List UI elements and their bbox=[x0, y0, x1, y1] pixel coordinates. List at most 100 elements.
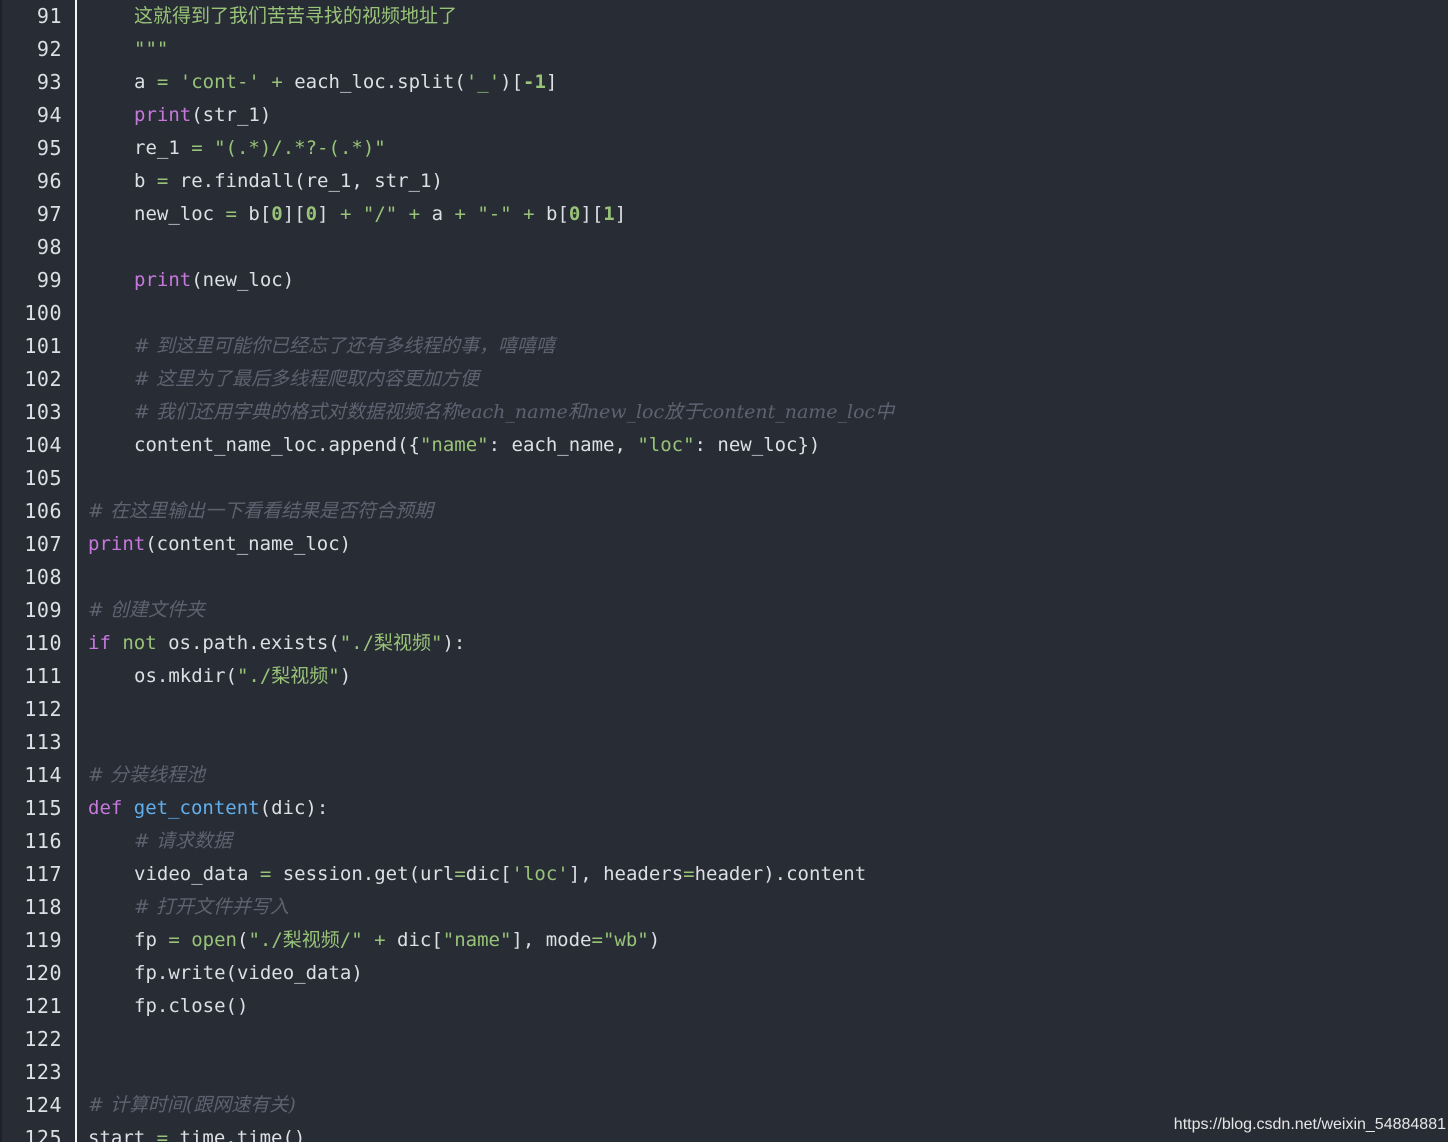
code-line[interactable]: 113 bbox=[2, 726, 1448, 759]
code-token: 0 bbox=[305, 203, 318, 225]
code-token: "./梨视频/" bbox=[248, 929, 363, 951]
line-number: 93 bbox=[36, 70, 62, 94]
code-token: ] bbox=[317, 203, 340, 225]
code-token: ) bbox=[339, 665, 352, 687]
line-number: 101 bbox=[24, 334, 62, 358]
code-line[interactable]: 92 """ bbox=[2, 33, 1448, 66]
line-number: 109 bbox=[24, 598, 62, 622]
code-line[interactable]: 117 video_data = session.get(url=dic['loc… bbox=[2, 858, 1448, 891]
code-line[interactable]: 97 new_loc = b[0][0] + "/" + a + "-" + b[… bbox=[2, 198, 1448, 231]
code-line[interactable]: 122 bbox=[2, 1023, 1448, 1056]
code-token: ): bbox=[442, 632, 466, 654]
code-text: # 分装线程池 bbox=[88, 759, 205, 792]
code-token: = bbox=[156, 170, 169, 192]
code-token: ][ bbox=[580, 203, 604, 225]
code-token: : each_name, bbox=[488, 434, 638, 456]
line-number: 110 bbox=[24, 631, 62, 655]
code-line[interactable]: 112 bbox=[2, 693, 1448, 726]
code-line[interactable]: 121 fp.close() bbox=[2, 990, 1448, 1023]
code-token: -1 bbox=[523, 71, 546, 93]
code-token: """ bbox=[134, 38, 169, 60]
code-token: fp.write(video_data) bbox=[134, 962, 363, 984]
code-line[interactable]: 110 if not os.path.exists("./梨视频"): bbox=[2, 627, 1448, 660]
code-line[interactable]: 115 def get_content(dic): bbox=[2, 792, 1448, 825]
line-number: 117 bbox=[24, 862, 62, 886]
line-number: 103 bbox=[24, 400, 62, 424]
code-line[interactable]: 108 bbox=[2, 561, 1448, 594]
code-token: # 这里为了最后多线程爬取内容更加方便 bbox=[134, 368, 479, 390]
code-token: each_loc.split( bbox=[282, 71, 466, 93]
code-text: """ bbox=[88, 33, 168, 66]
code-token: (dic): bbox=[259, 797, 329, 819]
code-line[interactable]: 118 # 打开文件并写入 bbox=[2, 891, 1448, 924]
code-line[interactable]: 96 b = re.findall(re_1, str_1) bbox=[2, 165, 1448, 198]
code-line[interactable]: 102 # 这里为了最后多线程爬取内容更加方便 bbox=[2, 363, 1448, 396]
line-number: 96 bbox=[36, 169, 62, 193]
code-line[interactable]: 119 fp = open("./梨视频/" + dic["name"], mod… bbox=[2, 924, 1448, 957]
code-token: ) bbox=[648, 929, 661, 951]
code-line[interactable]: 101 # 到这里可能你已经忘了还有多线程的事，嘻嘻嘻 bbox=[2, 330, 1448, 363]
code-token: (content_name_loc) bbox=[145, 533, 352, 555]
line-number: 100 bbox=[24, 301, 62, 325]
line-number: 97 bbox=[36, 202, 62, 226]
code-line[interactable]: 114 # 分装线程池 bbox=[2, 759, 1448, 792]
code-text: content_name_loc.append({"name": each_na… bbox=[88, 429, 820, 462]
code-line[interactable]: 93 a = 'cont-' + each_loc.split('_')[-1] bbox=[2, 66, 1448, 99]
line-number: 118 bbox=[24, 895, 62, 919]
code-token: b[ bbox=[236, 203, 272, 225]
code-line[interactable]: 107 print(content_name_loc) bbox=[2, 528, 1448, 561]
code-line[interactable]: 95 re_1 = "(.*)/.*?-(.*)" bbox=[2, 132, 1448, 165]
code-text: fp = open("./梨视频/" + dic["name"], mode="… bbox=[88, 924, 660, 957]
code-line[interactable]: 111 os.mkdir("./梨视频") bbox=[2, 660, 1448, 693]
line-number: 106 bbox=[24, 499, 62, 523]
code-token: # 分装线程池 bbox=[88, 764, 205, 786]
line-number: 125 bbox=[24, 1126, 62, 1142]
code-token: = bbox=[156, 1127, 169, 1142]
code-token: = bbox=[454, 863, 466, 885]
line-number: 91 bbox=[36, 4, 62, 28]
code-token: (new_loc) bbox=[191, 269, 295, 291]
line-number: 124 bbox=[24, 1093, 62, 1117]
code-line[interactable]: 116 # 请求数据 bbox=[2, 825, 1448, 858]
code-token: 0 bbox=[271, 203, 283, 225]
code-line[interactable]: 106 # 在这里输出一下看看结果是否符合预期 bbox=[2, 495, 1448, 528]
code-line[interactable]: 98 bbox=[2, 231, 1448, 264]
code-token: 这就得到了我们苦苦寻找的视频地址了 bbox=[134, 5, 458, 27]
line-number: 116 bbox=[24, 829, 62, 853]
code-token: a bbox=[134, 71, 157, 93]
code-token: ] bbox=[614, 203, 627, 225]
line-number: 107 bbox=[24, 532, 62, 556]
code-line[interactable]: 123 bbox=[2, 1056, 1448, 1089]
code-editor[interactable]: 91 这就得到了我们苦苦寻找的视频地址了 92 """ 93 a = 'cont-' + … bbox=[0, 0, 1448, 1142]
code-line[interactable]: 94 print(str_1) bbox=[2, 99, 1448, 132]
code-line[interactable]: 109 # 创建文件夹 bbox=[2, 594, 1448, 627]
code-token: re.findall(re_1, str_1) bbox=[168, 170, 443, 192]
code-line[interactable]: 100 bbox=[2, 297, 1448, 330]
code-token: print bbox=[134, 104, 192, 126]
code-token: new_loc bbox=[134, 203, 226, 225]
code-line[interactable]: 104 content_name_loc.append({"name": each… bbox=[2, 429, 1448, 462]
code-token: '_' bbox=[465, 71, 501, 93]
code-text: # 创建文件夹 bbox=[88, 594, 205, 627]
code-token: ], headers bbox=[568, 863, 684, 885]
code-token: content_name_loc.append({ bbox=[134, 434, 420, 456]
code-token: "-" bbox=[477, 203, 512, 225]
code-line[interactable]: 91 这就得到了我们苦苦寻找的视频地址了 bbox=[2, 0, 1448, 33]
code-line[interactable]: 103 # 我们还用字典的格式对数据视频名称each_name和new_loc放于… bbox=[2, 396, 1448, 429]
code-token: = bbox=[259, 863, 272, 885]
code-text: start = time.time() bbox=[88, 1122, 305, 1142]
code-token: if bbox=[88, 632, 111, 654]
code-line[interactable]: 99 print(new_loc) bbox=[2, 264, 1448, 297]
code-token: "(.*)/.*?-(.*)" bbox=[214, 137, 386, 159]
code-line[interactable]: 105 bbox=[2, 462, 1448, 495]
code-line[interactable]: 120 fp.write(video_data) bbox=[2, 957, 1448, 990]
line-number: 99 bbox=[36, 268, 62, 292]
line-number: 111 bbox=[24, 664, 62, 688]
code-text: def get_content(dic): bbox=[88, 792, 328, 825]
code-token: open bbox=[191, 929, 237, 951]
code-token: "./梨视频" bbox=[339, 632, 443, 654]
